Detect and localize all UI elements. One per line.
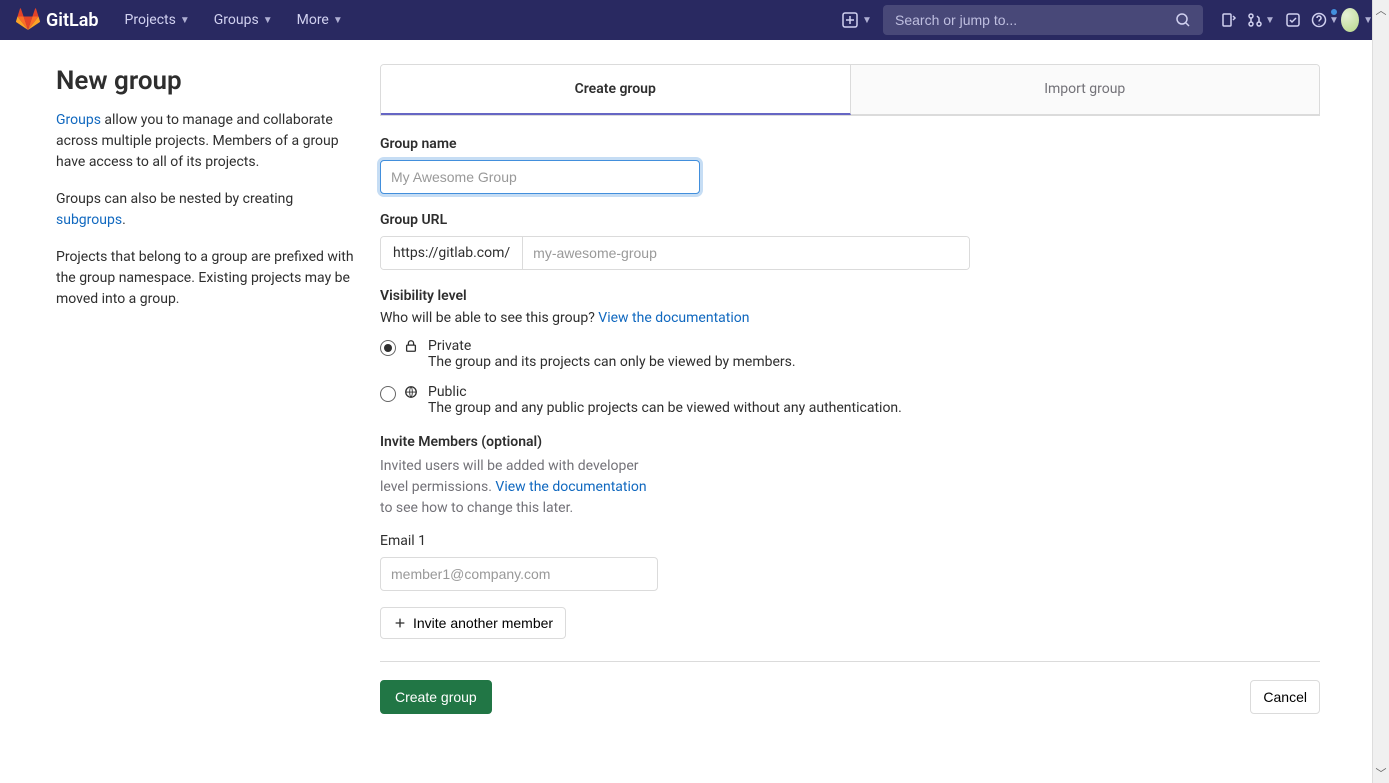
info-panel: New group Groups allow you to manage and… — [56, 64, 356, 714]
help-icon — [1311, 12, 1327, 28]
topbar: GitLab Projects▼ Groups▼ More▼ ▼ ▼ ▼ ▼ — [0, 0, 1389, 40]
plus-icon — [393, 616, 407, 630]
globe-icon — [404, 385, 420, 403]
public-desc: The group and any public projects can be… — [428, 400, 902, 416]
info-para-3: Projects that belong to a group are pref… — [56, 247, 356, 310]
visibility-doc-link[interactable]: View the documentation — [598, 310, 749, 326]
scroll-down-icon[interactable]: ﹀ — [1374, 763, 1389, 783]
info-para-1: Groups allow you to manage and collabora… — [56, 110, 356, 173]
scrollbar[interactable]: ︿ ﹀ — [1372, 0, 1389, 783]
merge-icon — [1247, 12, 1263, 28]
chevron-down-icon: ▼ — [1329, 15, 1339, 26]
invite-title: Invite Members (optional) — [380, 434, 1320, 450]
todos-icon — [1285, 12, 1301, 28]
group-name-input[interactable] — [380, 160, 700, 194]
chevron-down-icon: ▼ — [263, 15, 273, 26]
group-url-field: https://gitlab.com/ — [380, 236, 970, 270]
group-url-label: Group URL — [380, 212, 1320, 228]
group-url-input[interactable] — [523, 237, 969, 269]
issues-button[interactable] — [1213, 4, 1245, 36]
invite-another-button[interactable]: Invite another member — [380, 607, 566, 639]
tab-import-group[interactable]: Import group — [851, 65, 1320, 115]
merge-requests-button[interactable]: ▼ — [1245, 4, 1277, 36]
user-menu[interactable]: ▼ — [1341, 4, 1373, 36]
issues-icon — [1221, 12, 1237, 28]
radio-private[interactable] — [380, 340, 396, 356]
visibility-public-option[interactable]: Public The group and any public projects… — [380, 384, 1320, 416]
create-new-button[interactable]: ▼ — [841, 4, 873, 36]
visibility-help: Who will be able to see this group? View… — [380, 310, 1320, 326]
tabs: Create group Import group — [380, 64, 1320, 116]
info-para-2: Groups can also be nested by creating su… — [56, 189, 356, 231]
visibility-title: Visibility level — [380, 288, 1320, 304]
radio-public[interactable] — [380, 386, 396, 402]
brand-logo[interactable]: GitLab — [16, 8, 99, 32]
help-button[interactable]: ▼ — [1309, 4, 1341, 36]
avatar — [1341, 8, 1359, 32]
chevron-down-icon: ▼ — [180, 15, 190, 26]
nav-more[interactable]: More▼ — [287, 6, 353, 34]
brand-text: GitLab — [46, 10, 99, 31]
search-box[interactable] — [883, 5, 1203, 35]
subgroups-link[interactable]: subgroups — [56, 212, 122, 228]
groups-link[interactable]: Groups — [56, 112, 101, 128]
invite-doc-link[interactable]: View the documentation — [495, 479, 646, 495]
chevron-down-icon: ▼ — [333, 15, 343, 26]
visibility-private-option[interactable]: Private The group and its projects can o… — [380, 338, 1320, 370]
search-input[interactable] — [895, 12, 1175, 28]
cancel-button[interactable]: Cancel — [1250, 680, 1320, 714]
url-prefix: https://gitlab.com/ — [381, 237, 523, 269]
create-group-button[interactable]: Create group — [380, 680, 492, 714]
public-label: Public — [428, 384, 902, 400]
private-desc: The group and its projects can only be v… — [428, 354, 796, 370]
form-panel: Create group Import group Group name Gro… — [380, 64, 1320, 714]
nav-projects[interactable]: Projects▼ — [115, 6, 200, 34]
search-icon — [1175, 12, 1191, 28]
nav-groups[interactable]: Groups▼ — [204, 6, 283, 34]
plus-square-icon — [842, 12, 858, 28]
todos-button[interactable] — [1277, 4, 1309, 36]
chevron-down-icon: ▼ — [862, 15, 872, 26]
private-label: Private — [428, 338, 796, 354]
tab-create-group[interactable]: Create group — [381, 65, 851, 115]
lock-icon — [404, 339, 420, 357]
group-name-label: Group name — [380, 136, 1320, 152]
scroll-up-icon[interactable]: ︿ — [1374, 0, 1389, 20]
nav: Projects▼ Groups▼ More▼ — [115, 6, 353, 34]
gitlab-icon — [16, 8, 40, 32]
email-input[interactable] — [380, 557, 658, 591]
chevron-down-icon: ▼ — [1265, 15, 1275, 26]
invite-help: Invited users will be added with develop… — [380, 456, 660, 519]
email-label: Email 1 — [380, 533, 1320, 549]
page-title: New group — [56, 66, 356, 96]
form-footer: Create group Cancel — [380, 661, 1320, 714]
